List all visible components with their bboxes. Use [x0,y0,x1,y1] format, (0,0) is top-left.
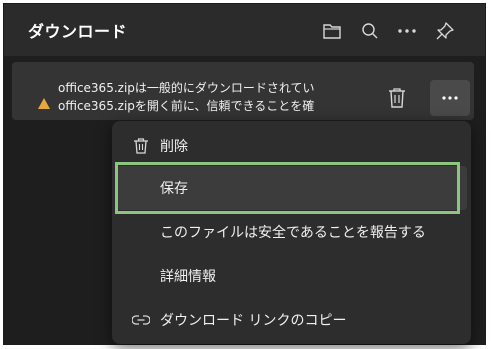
search-icon[interactable] [359,20,381,42]
downloads-header: ダウンロード [4,4,485,56]
folder-icon[interactable] [321,20,343,42]
trash-icon[interactable] [386,86,408,110]
menu-item-label: このファイルは安全であることを報告する [160,225,426,241]
menu-item-label: 詳細情報 [160,269,216,285]
menu-item-save[interactable]: 保存 [116,166,467,210]
context-menu: 削除 保存 このファイルは安全であることを報告する 詳細情報 ダウンロード リン… [112,121,471,344]
menu-item-report-safe[interactable]: このファイルは安全であることを報告する [116,210,467,254]
link-icon [132,311,150,329]
more-icon [442,96,458,100]
menu-item-label: 削除 [160,139,188,155]
menu-item-label: ダウンロード リンクのコピー [160,313,347,329]
download-message-line1: office365.zipは一般的にダウンロードされてい [58,81,315,95]
menu-item-copy-link[interactable]: ダウンロード リンクのコピー [116,298,467,342]
menu-item-label: 保存 [160,181,188,197]
menu-item-more-info[interactable]: 詳細情報 [116,254,467,298]
trash-icon [132,137,150,155]
download-message-line2: office365.zipを開く前に、信頼できることを確 [58,99,315,113]
download-more-button[interactable] [430,80,470,116]
pin-icon[interactable] [434,20,456,42]
menu-item-delete[interactable]: 削除 [116,124,467,168]
more-icon[interactable] [396,20,418,42]
downloads-title: ダウンロード [28,22,128,41]
warning-icon [38,94,50,113]
